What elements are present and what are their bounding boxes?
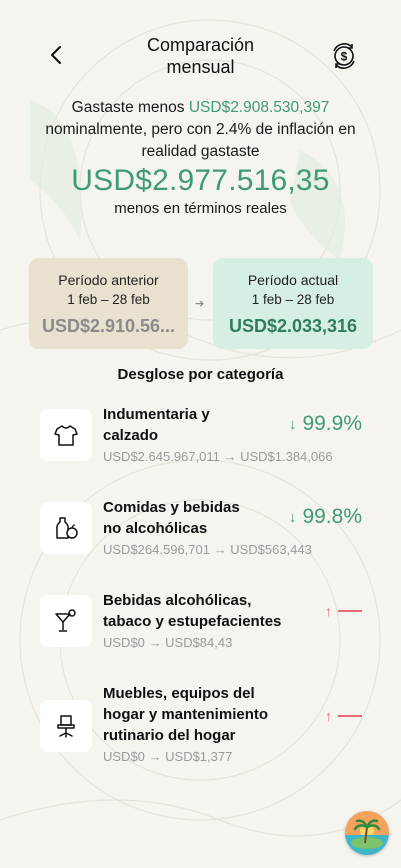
category-name: Indumentaria y calzado: [103, 404, 293, 446]
arrow-down-icon: ↓: [288, 508, 297, 526]
arrow-up-icon: ↑: [325, 603, 332, 619]
previous-period-amount: USD$2.910.56...: [41, 316, 176, 336]
summary-line-1: Gastaste menos USD$2.908.530,397: [20, 97, 381, 119]
category-name-line: tabaco y estupefacientes: [103, 613, 282, 630]
page-title: Comparación mensual: [100, 34, 301, 78]
no-change-dash: [338, 610, 362, 612]
category-icon-box: [40, 595, 92, 647]
category-name-line: calzado: [103, 427, 159, 444]
category-name: Bebidas alcohólicas, tabaco y estupefaci…: [103, 590, 313, 632]
category-row-food[interactable]: Comidas y bebidas no alcohólicas ↓ 99.8%…: [40, 497, 370, 567]
category-icon-box: [40, 502, 92, 554]
category-row-alcohol[interactable]: Bebidas alcohólicas, tabaco y estupefaci…: [40, 590, 370, 660]
title-line-2: mensual: [166, 57, 235, 77]
summary-line-2: nominalmente, pero con 2.4% de inflación…: [45, 121, 356, 138]
category-amount-change: USD$2.645.967,011 → USD$1.384,066: [103, 449, 333, 464]
current-period-card: Período actual 1 feb – 28 feb USD$2.033,…: [213, 258, 373, 349]
summary-prefix: Gastaste menos: [71, 99, 189, 116]
arrow-down-icon: ↓: [288, 415, 297, 433]
cocktail-icon: [55, 609, 76, 632]
arrow-up-icon: ↑: [325, 708, 332, 724]
category-name-line: hogar y mantenimiento: [103, 706, 269, 723]
percent-value: 99.8%: [302, 505, 362, 528]
real-amount: USD$2.977.516,35: [71, 164, 330, 197]
category-name: Muebles, equipos del hogar y mantenimien…: [103, 683, 313, 746]
previous-period-label: Período anterior: [58, 272, 159, 288]
category-amount-change: USD$0 → USD$84,43: [103, 635, 233, 650]
current-period-dates: 1 feb – 28 feb: [251, 292, 335, 307]
arrow-right-icon: ➔: [195, 298, 205, 310]
current-period-amount: USD$2.033,316: [228, 316, 358, 336]
real-terms-label: menos en términos reales: [114, 200, 287, 217]
nominal-amount: USD$2.908.530,397: [188, 99, 330, 116]
category-name: Comidas y bebidas no alcohólicas: [103, 497, 293, 539]
currency-exchange-button[interactable]: $: [330, 42, 358, 70]
category-name-line: Bebidas alcohólicas,: [103, 592, 252, 609]
category-name-line: rutinario del hogar: [103, 727, 236, 744]
category-row-clothing[interactable]: Indumentaria y calzado ↓ 99.9% USD$2.645…: [40, 404, 370, 474]
category-percent-change: ↓ 99.9%: [289, 412, 362, 436]
no-change-dash: [338, 715, 362, 717]
svg-text:$: $: [341, 50, 348, 64]
header: Comparación mensual $: [0, 30, 401, 82]
category-name-line: Indumentaria y: [103, 406, 210, 423]
chevron-left-icon: [51, 46, 61, 64]
summary-line-3: realidad gastaste: [141, 143, 260, 160]
currency-exchange-icon: $: [333, 43, 355, 69]
category-name-line: Muebles, equipos del: [103, 685, 255, 702]
category-row-household[interactable]: Muebles, equipos del hogar y mantenimien…: [40, 683, 370, 773]
percent-value: 99.9%: [302, 412, 362, 435]
shirt-icon: [54, 425, 78, 446]
breakdown-title: Desglose por categoría: [117, 366, 284, 383]
food-icon: [56, 517, 78, 539]
category-icon-box: [40, 409, 92, 461]
chair-icon: [57, 715, 75, 738]
category-name-line: no alcohólicas: [103, 520, 208, 537]
previous-period-card: Período anterior 1 feb – 28 feb USD$2.91…: [29, 258, 188, 349]
assistant-avatar-button[interactable]: [345, 811, 389, 855]
spending-summary: Gastaste menos USD$2.908.530,397 nominal…: [20, 97, 381, 163]
category-name-line: Comidas y bebidas: [103, 499, 240, 516]
island-avatar-icon: [345, 811, 389, 855]
category-percent-change: ↑: [325, 708, 362, 724]
title-line-1: Comparación: [146, 35, 255, 55]
back-button[interactable]: [44, 42, 68, 68]
category-percent-change: ↑: [325, 603, 362, 619]
category-amount-change: USD$0 → USD$1,377: [103, 749, 233, 764]
category-percent-change: ↓ 99.8%: [289, 505, 362, 529]
category-icon-box: [40, 700, 92, 752]
current-period-label: Período actual: [247, 272, 339, 288]
category-amount-change: USD$264.596,701 → USD$563,443: [103, 542, 312, 557]
previous-period-dates: 1 feb – 28 feb: [67, 292, 150, 307]
